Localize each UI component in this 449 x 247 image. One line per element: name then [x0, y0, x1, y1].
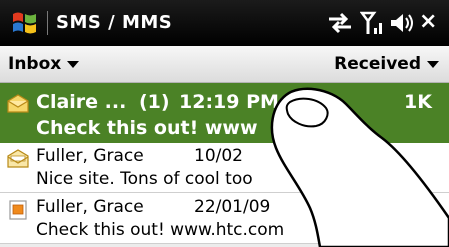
message-sender: Claire ... — [36, 91, 127, 113]
folder-dropdown[interactable]: Inbox — [8, 54, 80, 74]
message-time: 12:19 PM — [179, 91, 279, 113]
message-row[interactable]: Fuller, Grace 22/01/09 Check this out! w… — [0, 194, 449, 244]
volume-icon[interactable] — [389, 10, 415, 36]
sort-dropdown[interactable]: Received — [334, 54, 439, 74]
message-sender: Fuller, Grace — [36, 197, 144, 217]
chevron-down-icon — [427, 60, 439, 68]
message-row-selected[interactable]: Claire ... (1) 12:19 PM 1K Check this ou… — [0, 83, 449, 143]
connectivity-icon[interactable] — [326, 10, 354, 36]
sort-bar: Inbox Received — [0, 46, 449, 83]
signal-icon[interactable] — [360, 10, 384, 36]
windows-start-icon[interactable] — [10, 8, 40, 38]
message-time: 22/01/09 — [194, 197, 271, 217]
title-separator — [47, 11, 48, 35]
chevron-down-icon — [67, 60, 80, 68]
message-preview: Nice site. Tons of cool too — [36, 169, 253, 189]
title-bar: SMS / MMS × — [0, 0, 449, 46]
message-sender: Fuller, Grace — [36, 146, 144, 166]
message-preview: Check this out! www.htc.com — [36, 220, 285, 240]
unread-envelope-icon — [7, 94, 29, 113]
message-row[interactable]: Fuller, Grace 10/02 Nice site. Tons of c… — [0, 143, 449, 193]
read-envelope-icon — [7, 149, 29, 168]
close-button[interactable]: × — [419, 9, 437, 35]
message-size: 1K — [404, 91, 432, 113]
sort-label: Received — [334, 54, 421, 74]
app-title: SMS / MMS — [56, 12, 173, 33]
message-time: 10/02 — [194, 146, 243, 166]
mms-icon — [9, 200, 27, 220]
folder-label: Inbox — [8, 54, 62, 74]
message-count: (1) — [139, 91, 170, 113]
message-preview: Check this out! www — [36, 117, 258, 139]
